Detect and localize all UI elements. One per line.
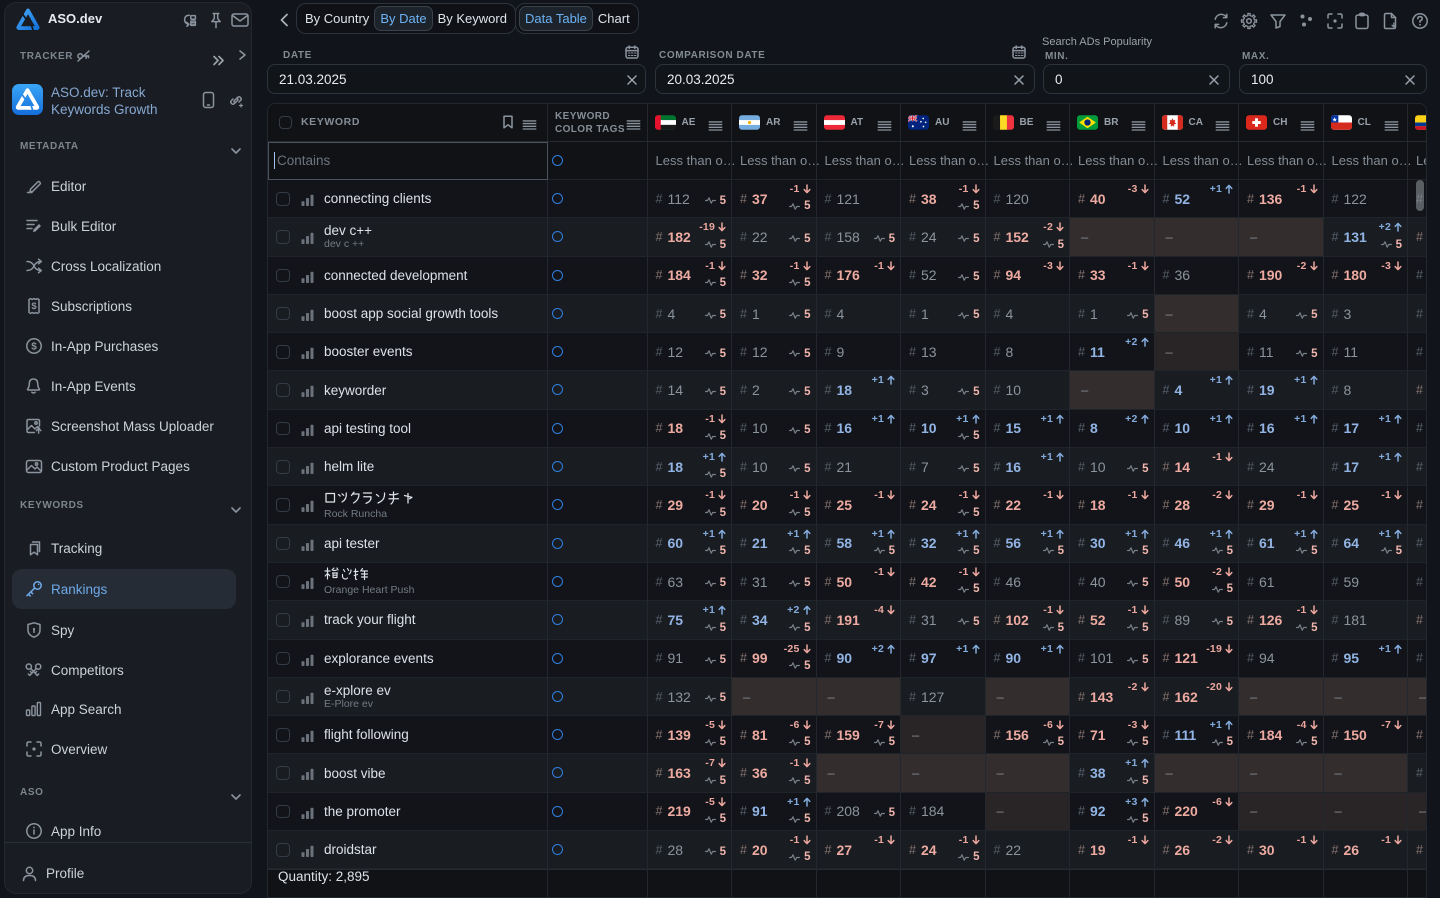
svg-text:$: $ xyxy=(31,342,37,353)
svg-text:$: $ xyxy=(31,301,37,312)
